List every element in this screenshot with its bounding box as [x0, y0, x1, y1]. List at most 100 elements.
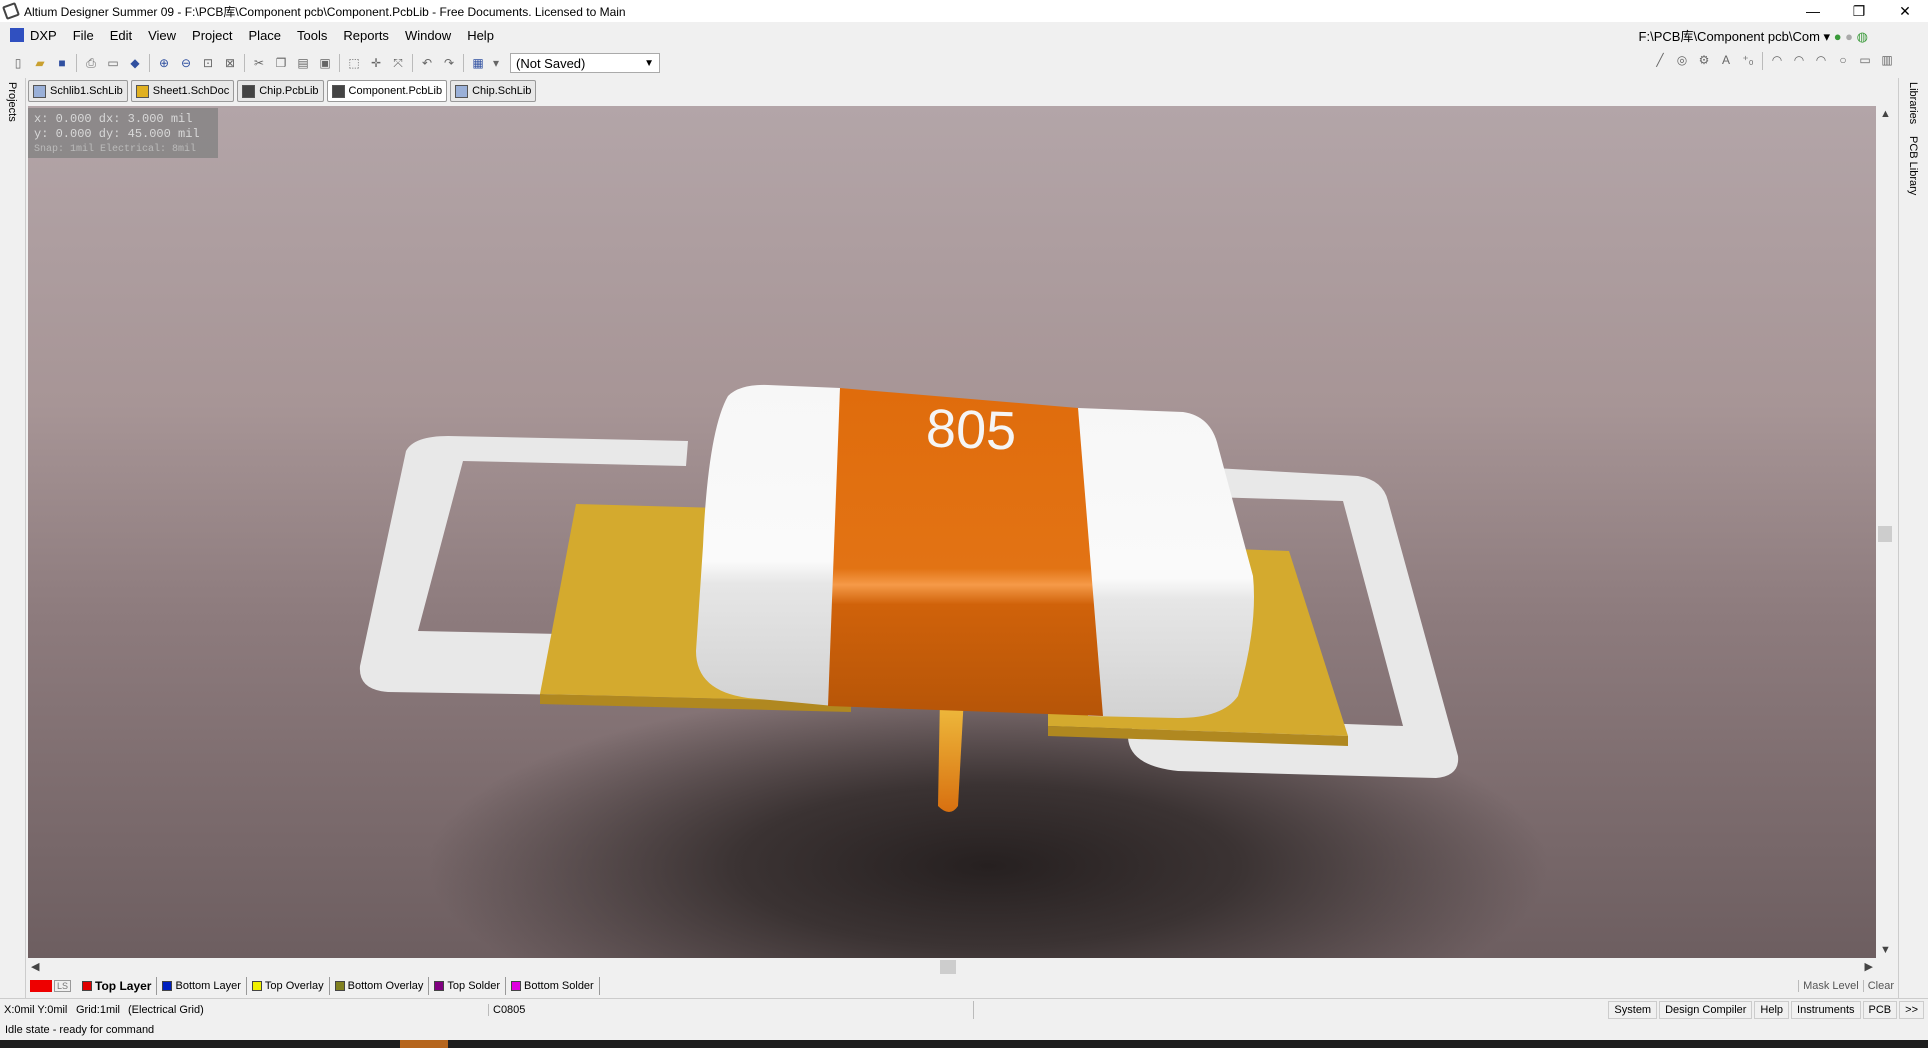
zoom-in-icon[interactable]: ⊕ [156, 55, 172, 71]
coordinate-icon[interactable]: ⁺₀ [1740, 52, 1756, 68]
status-bar: X:0mil Y:0mil Grid:1mil (Electrical Grid… [0, 998, 1928, 1020]
system-panel-button[interactable]: System [1608, 1000, 1658, 1019]
help-panel-button[interactable]: Help [1754, 1000, 1790, 1019]
taskbar-active-app[interactable] [400, 1040, 448, 1048]
new-icon[interactable]: ▯ [10, 55, 26, 71]
menu-help[interactable]: Help [459, 28, 502, 43]
layer-tab-top-solder[interactable]: Top Solder [429, 977, 507, 995]
restore-button[interactable]: ❐ [1836, 0, 1882, 22]
text-icon[interactable]: A [1718, 52, 1734, 68]
scroll-right-icon[interactable]: ▶ [1865, 960, 1873, 973]
grid-icon[interactable]: ▦ [470, 55, 486, 71]
current-layer-swatch[interactable] [30, 980, 52, 992]
menu-file[interactable]: File [65, 28, 102, 43]
layer-tab-bottom-overlay[interactable]: Bottom Overlay [330, 977, 430, 995]
pcb-panel-button[interactable]: PCB [1862, 1000, 1898, 1019]
more-panels-button[interactable]: >> [1899, 1000, 1924, 1019]
horizontal-scrollbar[interactable]: ◀ ▶ [28, 958, 1876, 976]
arc-edge-icon[interactable]: ◠ [1791, 52, 1807, 68]
cut-icon[interactable]: ✂ [251, 55, 267, 71]
redo-icon[interactable]: ↷ [441, 55, 457, 71]
deselect-icon[interactable]: ⤧ [390, 55, 406, 71]
scroll-up-icon[interactable]: ▲ [1880, 108, 1891, 120]
select-area-icon[interactable]: ⬚ [346, 55, 362, 71]
layer-color-swatch [434, 981, 445, 991]
forward-icon[interactable]: ● [1845, 29, 1853, 44]
layer-tab-top-overlay[interactable]: Top Overlay [247, 977, 330, 995]
layer-tab-bottom-solder[interactable]: Bottom Solder [506, 977, 600, 995]
layer-tabs-bar: LS Top Layer Bottom Layer Top Overlay Bo… [28, 976, 1898, 996]
array-paste-icon[interactable]: ▥ [1879, 52, 1895, 68]
window-title: Altium Designer Summer 09 - F:\PCB库\Comp… [24, 4, 626, 19]
move-icon[interactable]: ✛ [368, 55, 384, 71]
fill-icon[interactable]: ▭ [1857, 52, 1873, 68]
doc-tab-sheet1[interactable]: Sheet1.SchDoc [130, 80, 235, 102]
libraries-panel-tab[interactable]: Libraries [1907, 82, 1919, 124]
3d-view-icon[interactable]: ◆ [127, 55, 143, 71]
layer-tab-top-layer[interactable]: Top Layer [77, 977, 158, 995]
schdoc-icon [135, 84, 149, 98]
status-message-bar: Idle state - ready for command [0, 1020, 1928, 1040]
mask-level-button[interactable]: Mask Level [1798, 980, 1863, 992]
undo-icon[interactable]: ↶ [419, 55, 435, 71]
menu-reports[interactable]: Reports [335, 28, 397, 43]
pad-icon[interactable]: ◎ [1674, 52, 1690, 68]
coord-x: x: 0.000 dx: 3.000 mil [34, 112, 193, 126]
layer-tab-bottom-layer[interactable]: Bottom Layer [157, 977, 247, 995]
zoom-area-icon[interactable]: ⊠ [222, 55, 238, 71]
snap-info: Snap: 1mil Electrical: 8mil [34, 144, 197, 155]
doc-tab-chip-pcblib[interactable]: Chip.PcbLib [237, 80, 324, 102]
clear-button[interactable]: Clear [1862, 980, 1898, 992]
save-icon[interactable]: ■ [54, 55, 70, 71]
menu-project[interactable]: Project [184, 28, 240, 43]
globe-icon[interactable]: ◍ [1857, 29, 1868, 44]
chevron-down-icon[interactable]: ▾ [492, 55, 500, 71]
menu-tools[interactable]: Tools [289, 28, 335, 43]
pcb-3d-viewport[interactable]: 805 [28, 106, 1876, 958]
menu-dxp[interactable]: DXP [28, 28, 65, 43]
arc-any-icon[interactable]: ◠ [1813, 52, 1829, 68]
ls-button[interactable]: LS [54, 980, 72, 992]
circle-icon[interactable]: ○ [1835, 52, 1851, 68]
scroll-thumb[interactable] [1878, 526, 1892, 542]
open-icon[interactable]: ▰ [32, 55, 48, 71]
scroll-down-icon[interactable]: ▼ [1880, 944, 1891, 956]
vertical-scrollbar[interactable]: ▲ ▼ [1876, 106, 1894, 958]
paste-icon[interactable]: ▤ [295, 55, 311, 71]
schlib-icon [33, 84, 46, 98]
variant-select[interactable]: (Not Saved) ▼ [510, 53, 660, 73]
projects-panel-tab[interactable]: Projects [6, 82, 18, 122]
line-icon[interactable]: ╱ [1652, 52, 1668, 68]
document-path-dropdown[interactable]: F:\PCB库\Component pcb\Com ▾ ● ● ◍ [1639, 26, 1868, 45]
print-icon[interactable]: ⎙ [83, 55, 99, 71]
utility-toolbar: ╱ ◎ ⚙ A ⁺₀ ◠ ◠ ◠ ○ ▭ ▥ [1652, 52, 1895, 70]
menu-view[interactable]: View [140, 28, 184, 43]
layer-color-swatch [511, 981, 522, 991]
zoom-fit-icon[interactable]: ⊡ [200, 55, 216, 71]
doc-tab-schlib1[interactable]: Schlib1.SchLib [28, 80, 128, 102]
title-bar: Altium Designer Summer 09 - F:\PCB库\Comp… [0, 0, 1928, 22]
grid-size: Grid:1mil [76, 1003, 121, 1016]
scroll-left-icon[interactable]: ◀ [31, 960, 39, 973]
doc-tab-component-pcblib[interactable]: Component.PcbLib [326, 80, 448, 102]
instruments-panel-button[interactable]: Instruments [1791, 1000, 1861, 1019]
menu-place[interactable]: Place [241, 28, 290, 43]
pin-lead [938, 696, 964, 812]
minimize-button[interactable]: — [1790, 0, 1836, 22]
copy-icon[interactable]: ❐ [273, 55, 289, 71]
scroll-thumb[interactable] [940, 960, 956, 974]
menu-edit[interactable]: Edit [102, 28, 140, 43]
back-icon[interactable]: ● [1834, 29, 1842, 44]
menu-window[interactable]: Window [397, 28, 459, 43]
via-icon[interactable]: ⚙ [1696, 52, 1712, 68]
print-preview-icon[interactable]: ▭ [105, 55, 121, 71]
design-compiler-panel-button[interactable]: Design Compiler [1659, 1000, 1753, 1019]
cursor-coordinates: X:0mil Y:0mil [4, 1003, 68, 1016]
doc-tab-chip-schlib[interactable]: Chip.SchLib [450, 80, 537, 102]
close-button[interactable]: ✕ [1882, 0, 1928, 22]
os-taskbar [0, 1040, 1928, 1048]
arc-center-icon[interactable]: ◠ [1769, 52, 1785, 68]
pcb-library-panel-tab[interactable]: PCB Library [1907, 136, 1919, 195]
zoom-out-icon[interactable]: ⊖ [178, 55, 194, 71]
rubber-stamp-icon[interactable]: ▣ [317, 55, 333, 71]
